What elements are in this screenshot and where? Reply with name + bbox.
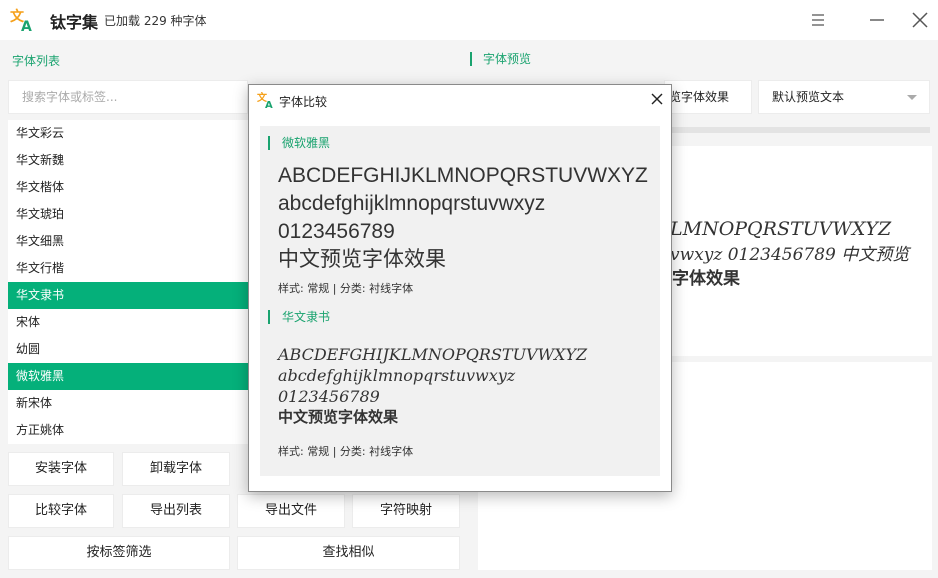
filter-by-tag-button[interactable]: 按标签筛选 [8,536,230,570]
char-map-button[interactable]: 字符映射 [352,494,460,528]
font-list-item[interactable]: 微软雅黑 [8,363,248,390]
minimize-icon[interactable] [862,6,890,34]
app-title: 钛字集 [50,13,99,32]
font-list-item[interactable]: 幼圆 [8,336,248,363]
close-icon[interactable] [906,6,934,34]
font-list-item[interactable]: 宋体 [8,309,248,336]
compare-font-name: 华文隶书 [268,310,330,324]
font-list-item[interactable]: 华文新魏 [8,147,248,174]
install-font-button[interactable]: 安装字体 [8,452,114,486]
translate-icon: 文 A [10,8,32,32]
compare-font-name: 微软雅黑 [268,136,330,150]
preview-sample-line: vwxyz 0123456789 中文预览 [672,245,910,265]
export-list-button[interactable]: 导出列表 [122,494,230,528]
svg-text:A: A [21,19,32,32]
font-list-item[interactable]: 华文琥珀 [8,201,248,228]
uninstall-font-button[interactable]: 卸载字体 [122,452,230,486]
preview-scrollbar[interactable] [672,127,930,133]
compare-sample-digits: 0123456789 [278,220,395,243]
compare-panel: 微软雅黑 ABCDEFGHIJKLMNOPQRSTUVWXYZ abcdefgh… [260,126,660,476]
translate-icon: 文 A [257,92,273,108]
font-list-item[interactable]: 华文细黑 [8,228,248,255]
compare-sample-upper: ABCDEFGHIJKLMNOPQRSTUVWXYZ [278,164,648,187]
svg-text:A: A [265,100,273,108]
search-input[interactable] [9,81,247,113]
compare-font-meta: 样式: 常规 | 分类: 衬线字体 [278,445,414,458]
font-list-item[interactable]: 华文楷体 [8,174,248,201]
preview-text-select[interactable]: 默认预览文本 [758,80,930,114]
compare-sample-upper: ABCDEFGHIJKLMNOPQRSTUVWXYZ [278,345,588,364]
loaded-count: 已加载 229 种字体 [104,14,207,28]
compare-sample-chinese: 中文预览字体效果 [278,248,446,271]
preview-sample-line: LMNOPQRSTUVWXYZ [672,218,892,240]
export-file-button[interactable]: 导出文件 [237,494,345,528]
title-bar: 文 A 钛字集 已加载 229 种字体 [0,0,938,40]
preview-card-secondary [672,362,932,570]
compare-sample-digits: 0123456789 [278,387,380,406]
search-box[interactable] [8,80,248,114]
font-compare-dialog: 文 A 字体比较 微软雅黑 ABCDEFGHIJKLMNOPQRSTUVWXYZ… [248,84,672,492]
compare-font-meta: 样式: 常规 | 分类: 衬线字体 [278,282,414,295]
font-list-item[interactable]: 华文隶书 [8,282,248,309]
compare-sample-lower: abcdefghijklmnopqrstuvwxyz [278,192,546,215]
font-list-item[interactable]: 新宋体 [8,390,248,417]
dialog-title: 字体比较 [279,95,328,109]
compare-sample-chinese: 中文预览字体效果 [278,408,399,426]
close-icon[interactable] [647,89,667,109]
preview-text-select-value: 默认预览文本 [772,90,845,104]
preview-card: LMNOPQRSTUVWXYZ vwxyz 0123456789 中文预览 字体… [672,146,932,356]
find-similar-button[interactable]: 查找相似 [237,536,460,570]
font-list[interactable]: 华文彩云 华文新魏 华文楷体 华文琥珀 华文细黑 华文行楷 华文隶书 宋体 幼圆… [8,120,248,444]
compare-fonts-button[interactable]: 比较字体 [8,494,114,528]
font-list-item[interactable]: 方正姚体 [8,417,248,444]
preview-sample-line: 字体效果 [672,269,740,289]
font-list-item[interactable]: 华文彩云 [8,120,248,147]
preview-effect-button[interactable]: 览字体效果 [664,80,752,114]
font-list-item[interactable]: 华文行楷 [8,255,248,282]
menu-icon[interactable] [804,6,832,34]
chevron-down-icon [907,95,917,100]
compare-sample-lower: abcdefghijklmnopqrstuvwxyz [278,366,516,385]
font-preview-label: 字体预览 [470,52,531,66]
font-list-label: 字体列表 [12,54,61,68]
